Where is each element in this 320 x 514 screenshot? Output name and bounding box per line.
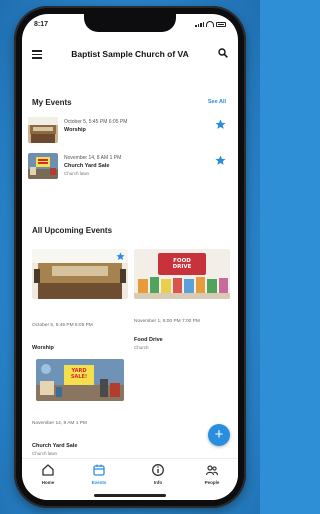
event-date: October 5, 5:45 PM 6:05 PM xyxy=(32,323,93,328)
tab-bar: Home Events Info People xyxy=(22,458,238,500)
event-date: November 14, 8 AM 1 PM xyxy=(32,421,87,426)
battery-icon xyxy=(216,21,226,27)
event-location: Church lawn xyxy=(32,451,58,456)
food-drive-sign: FOOD DRIVE xyxy=(172,258,192,270)
my-event-item[interactable]: October 5, 5:45 PM 6:05 PM Worship xyxy=(28,117,228,143)
my-events-title: My Events xyxy=(32,98,72,107)
event-date: November 14, 8 AM 1 PM xyxy=(64,155,122,161)
status-time: 8:17 xyxy=(34,21,49,28)
star-icon[interactable] xyxy=(116,252,125,261)
status-icons xyxy=(195,21,226,27)
signal-icon xyxy=(195,21,204,27)
app-screen: 8:17 Baptist Sample Church of VA My Even… xyxy=(22,14,238,500)
home-icon xyxy=(42,464,54,476)
menu-icon[interactable] xyxy=(32,50,42,61)
event-name: Food Drive xyxy=(134,337,163,343)
see-all-link[interactable]: See All xyxy=(208,99,226,105)
star-icon[interactable] xyxy=(215,119,226,130)
yard-sale-sign: YARD SALE! xyxy=(70,368,88,380)
food-drive-image: FOOD DRIVE xyxy=(134,249,230,299)
upcoming-events-title: All Upcoming Events xyxy=(32,226,113,235)
worship-thumbnail xyxy=(28,117,58,143)
tab-people[interactable]: People xyxy=(192,463,232,485)
tab-events[interactable]: Events xyxy=(79,463,119,485)
event-name: Church Yard Sale xyxy=(32,443,78,449)
yard-sale-thumbnail xyxy=(28,153,58,179)
event-date: November 1, 5:00 PM 7:00 PM xyxy=(134,319,200,324)
wifi-icon xyxy=(206,21,214,27)
info-icon xyxy=(152,464,164,476)
add-event-button[interactable]: + xyxy=(208,424,230,446)
worship-image xyxy=(32,249,128,299)
tab-info[interactable]: Info xyxy=(138,463,178,485)
calendar-icon xyxy=(93,464,105,476)
event-card[interactable]: YARD SALE! November 14, 8 AM 1 PM Church… xyxy=(32,359,128,456)
search-icon[interactable] xyxy=(218,48,228,58)
page-title: Baptist Sample Church of VA xyxy=(71,49,189,59)
event-name: Worship xyxy=(64,127,86,133)
event-location: Church lawn xyxy=(64,171,90,176)
tab-home[interactable]: Home xyxy=(28,463,68,485)
yard-sale-image: YARD SALE! xyxy=(36,359,124,401)
event-card[interactable]: FOOD DRIVE November 1, 5:00 PM 7:00 PM F… xyxy=(134,249,230,350)
home-indicator xyxy=(94,494,166,497)
tab-label: Events xyxy=(91,480,107,485)
star-icon[interactable] xyxy=(215,155,226,166)
event-location: Church xyxy=(134,345,149,350)
tab-label: People xyxy=(204,480,220,485)
event-name: Church Yard Sale xyxy=(64,163,110,169)
event-name: Worship xyxy=(32,345,54,351)
app-header: Baptist Sample Church of VA xyxy=(22,40,238,70)
tab-label: Info xyxy=(153,480,163,485)
event-date: October 5, 5:45 PM 6:05 PM xyxy=(64,119,128,125)
event-card[interactable]: October 5, 5:45 PM 6:05 PM Worship xyxy=(32,249,128,351)
people-icon xyxy=(205,465,219,476)
tab-label: Home xyxy=(41,480,55,485)
my-event-item[interactable]: November 14, 8 AM 1 PM Church Yard Sale … xyxy=(28,153,228,179)
phone-notch xyxy=(84,14,176,32)
